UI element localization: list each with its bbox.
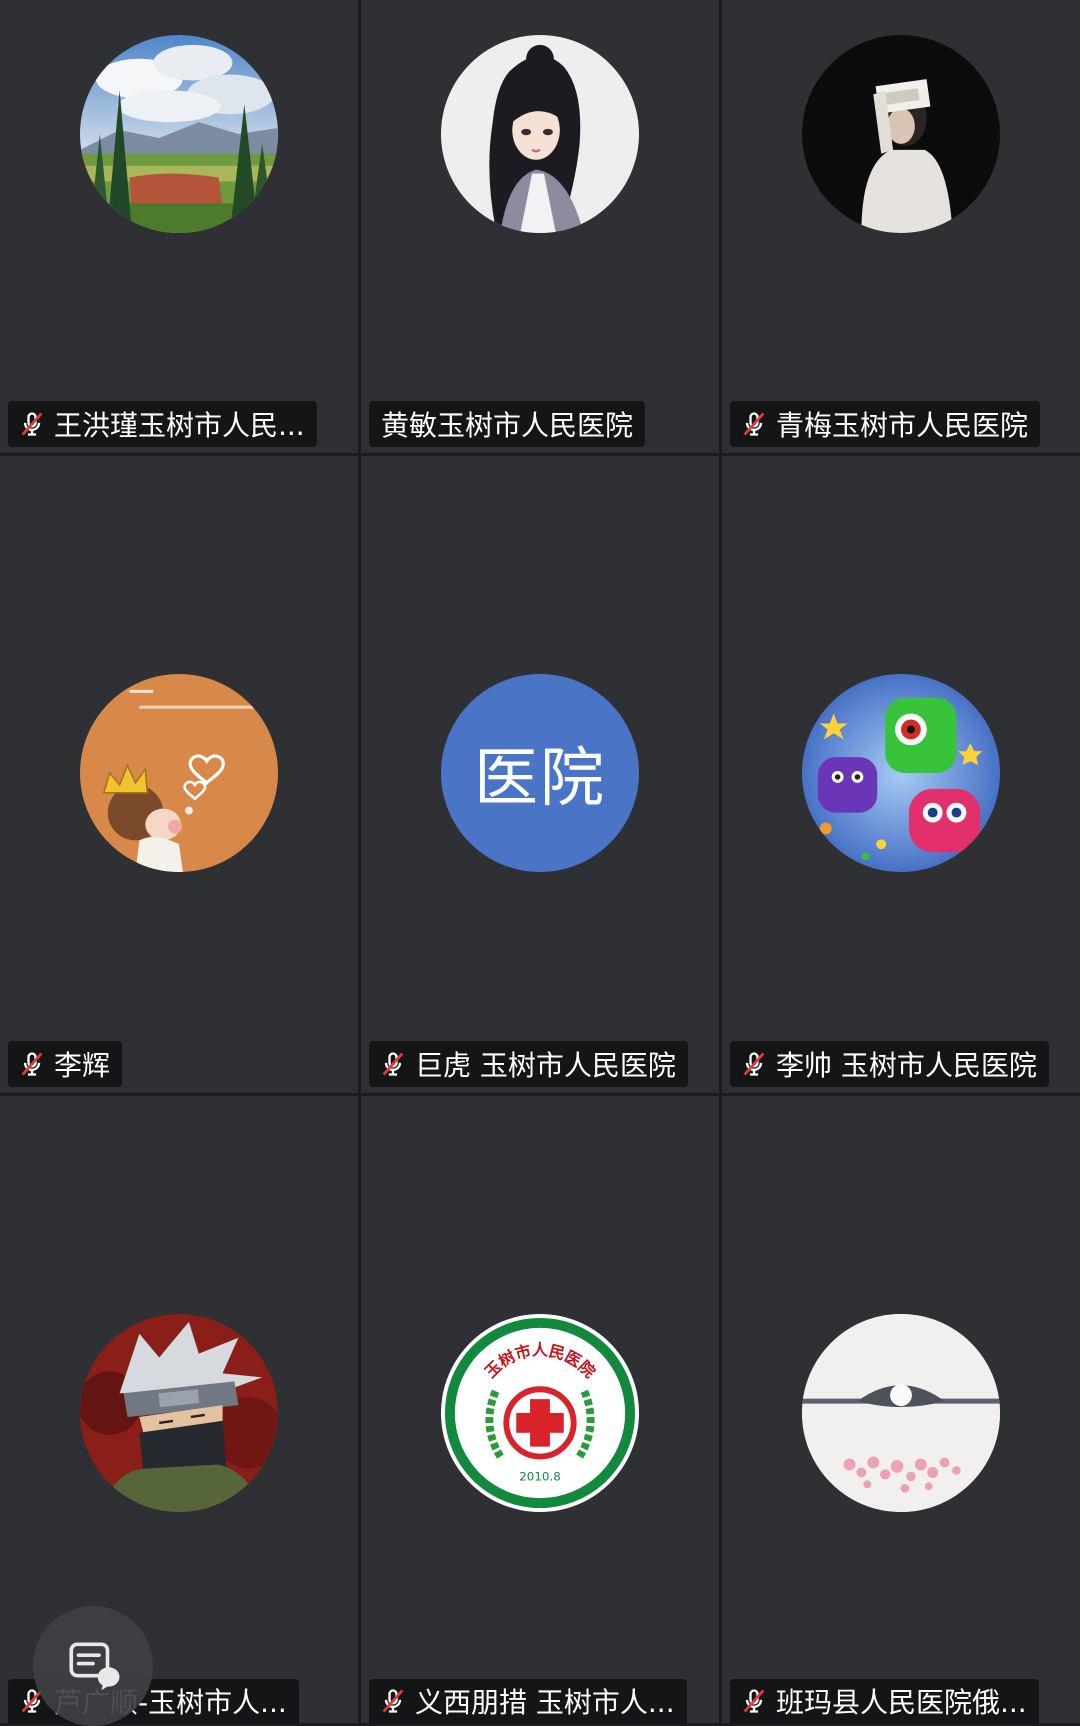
- participant-avatar: [441, 35, 639, 233]
- participant-name-label: 李辉: [8, 1041, 123, 1087]
- participant-name-label: 黄敏玉树市人民医院: [369, 401, 646, 447]
- participant-name: 巨虎 玉树市人民医院: [415, 1049, 676, 1082]
- participant-name-label: 巨虎 玉树市人民医院: [369, 1041, 688, 1087]
- participant-name-label: 王洪瑾玉树市人民...: [8, 401, 317, 447]
- participant-avatar: [80, 1314, 278, 1512]
- participant-name: 青梅玉树市人民医院: [776, 409, 1029, 442]
- participant-avatar: [80, 35, 278, 233]
- participant-name-label: 李帅 玉树市人民医院: [730, 1041, 1049, 1087]
- participant-tile[interactable]: 青梅玉树市人民医院: [722, 0, 1080, 453]
- participant-name: 李帅 玉树市人民医院: [776, 1049, 1037, 1082]
- chat-button[interactable]: [33, 1606, 153, 1726]
- participant-name-label: 青梅玉树市人民医院: [730, 401, 1041, 447]
- video-grid: 王洪瑾玉树市人民... 黄敏玉树市人民医院 青梅玉树市人民医院 李辉 医院 巨虎…: [0, 0, 1080, 1723]
- mic-off-icon: [379, 1687, 407, 1715]
- participant-name: 班玛县人民医院俄...: [776, 1686, 1027, 1719]
- participant-name: 黄敏玉树市人民医院: [381, 409, 634, 442]
- participant-name: 李辉: [54, 1049, 111, 1082]
- chat-icon: [64, 1637, 122, 1695]
- participant-tile[interactable]: 王洪瑾玉树市人民...: [0, 0, 358, 453]
- participant-avatar: 玉树市人民医院 2010.8: [441, 1314, 639, 1512]
- participant-tile[interactable]: 玉树市人民医院 2010.8 义西朋措 玉树市人...: [361, 1096, 719, 1723]
- mic-off-icon: [740, 410, 768, 438]
- participant-tile[interactable]: 李辉: [0, 456, 358, 1093]
- participant-avatar: [802, 1314, 1000, 1512]
- participant-name: 义西朋措 玉树市人...: [415, 1686, 675, 1719]
- participant-avatar: [80, 674, 278, 872]
- participant-avatar: 医院: [441, 674, 639, 872]
- participant-avatar: [802, 35, 1000, 233]
- mic-off-icon: [379, 1050, 407, 1078]
- participant-name: 王洪瑾玉树市人民...: [54, 409, 305, 442]
- avatar-initials: 医院: [474, 742, 606, 816]
- participant-name-label: 义西朋措 玉树市人...: [369, 1679, 687, 1723]
- participant-tile[interactable]: 医院 巨虎 玉树市人民医院: [361, 456, 719, 1093]
- participant-tile[interactable]: 班玛县人民医院俄...: [722, 1096, 1080, 1723]
- participant-tile[interactable]: 黄敏玉树市人民医院: [361, 0, 719, 453]
- participant-tile[interactable]: 李帅 玉树市人民医院: [722, 456, 1080, 1093]
- participant-name-label: 班玛县人民医院俄...: [730, 1679, 1039, 1723]
- mic-off-icon: [740, 1687, 768, 1715]
- mic-off-icon: [740, 1050, 768, 1078]
- mic-off-icon: [18, 410, 46, 438]
- participant-avatar: [802, 674, 1000, 872]
- mic-off-icon: [18, 1050, 46, 1078]
- logo-year: 2010.8: [519, 1469, 561, 1483]
